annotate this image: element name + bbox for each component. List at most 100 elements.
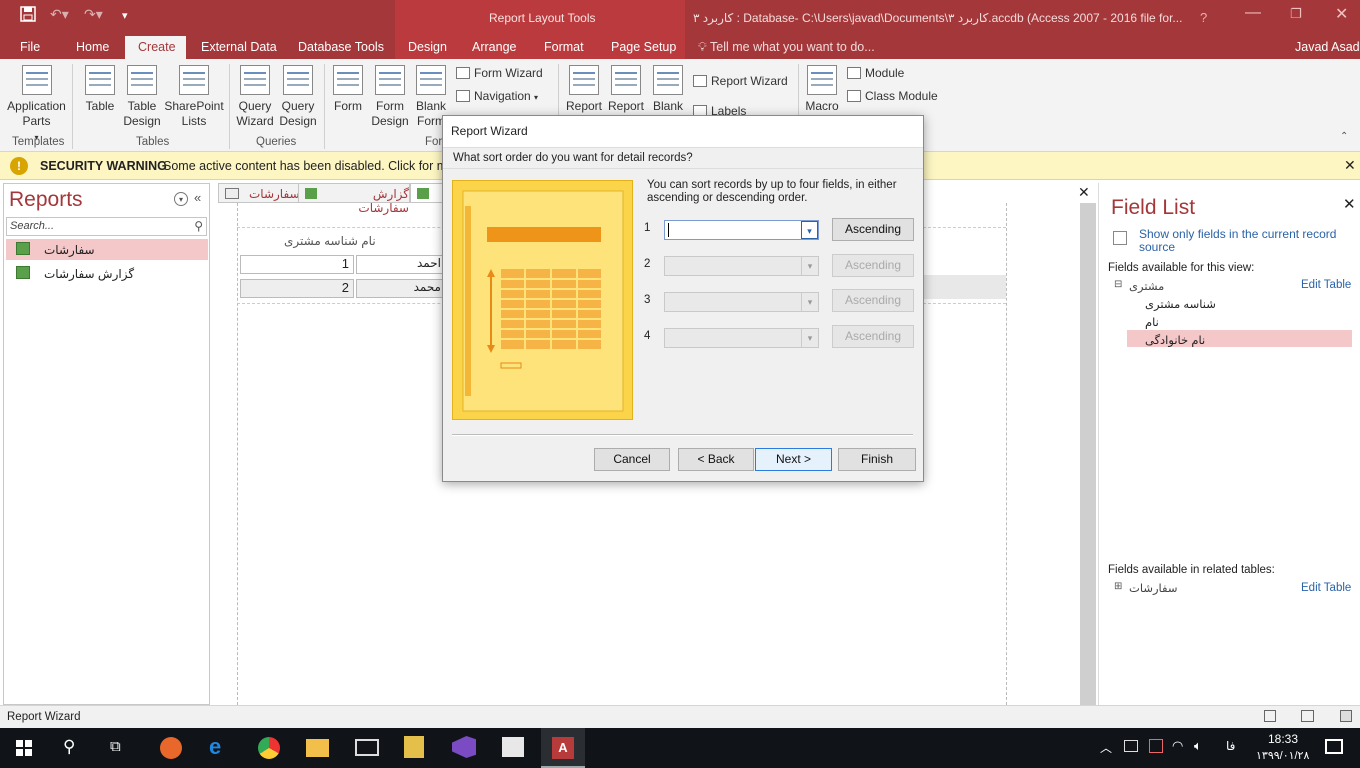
collapse-nav-icon[interactable]: « — [194, 190, 201, 205]
collapse-table-icon[interactable]: ⊟ — [1114, 279, 1122, 290]
form-wizard-button[interactable]: Form Wizard — [456, 66, 543, 80]
access-taskbar-button[interactable]: A — [541, 728, 585, 768]
sort-field-combo[interactable]: ▾ — [664, 292, 819, 312]
undo-icon[interactable]: ↶▾ — [50, 6, 69, 23]
report-design-button[interactable]: Report — [606, 65, 646, 114]
report-button[interactable]: Report — [564, 65, 604, 114]
doc-tab-active[interactable] — [410, 183, 444, 203]
chevron-down-icon[interactable]: ▾ — [801, 329, 818, 347]
database-app-icon[interactable] — [404, 736, 424, 758]
visual-studio-icon[interactable] — [452, 736, 476, 758]
tab-external-data[interactable]: External Data — [201, 40, 277, 54]
tab-file[interactable]: File — [20, 40, 40, 54]
tab-create[interactable]: Create — [138, 40, 176, 54]
nav-search-input[interactable]: Search... ⚲ — [6, 217, 207, 236]
save-icon[interactable] — [20, 6, 36, 25]
tab-format[interactable]: Format — [544, 40, 584, 54]
sharepoint-lists-button[interactable]: SharePoint Lists — [164, 65, 224, 129]
chevron-down-icon[interactable]: ▾ — [801, 257, 818, 275]
class-module-button[interactable]: Class Module — [847, 89, 938, 103]
sort-field-combo[interactable]: ▾ — [664, 220, 819, 240]
macro-button[interactable]: Macro — [803, 65, 841, 114]
network-status-icon[interactable] — [1149, 739, 1163, 753]
finish-button[interactable]: Finish — [838, 448, 916, 471]
nav-item-label[interactable]: سفارشات — [44, 243, 95, 257]
customize-qat-icon[interactable]: ▾ — [122, 9, 128, 22]
report-wizard-ribbon-button[interactable]: Report Wizard — [693, 74, 788, 88]
collapse-ribbon-icon[interactable]: ⌃ — [1340, 131, 1348, 142]
navigation-button[interactable]: Navigation ▾ — [456, 89, 538, 103]
close-field-list-icon[interactable]: ✕ — [1343, 195, 1356, 213]
file-explorer-icon[interactable] — [306, 739, 329, 757]
paint-icon[interactable] — [502, 737, 524, 757]
next-button[interactable]: Next > — [755, 448, 832, 471]
back-button[interactable]: < Back — [678, 448, 754, 471]
report-view-icon[interactable] — [1264, 710, 1276, 722]
sort-order-button[interactable]: Ascending — [832, 218, 914, 241]
sort-order-button[interactable]: Ascending — [832, 325, 914, 348]
tab-database-tools[interactable]: Database Tools — [298, 40, 384, 54]
language-indicator[interactable]: فا — [1226, 739, 1235, 753]
print-preview-icon[interactable] — [1301, 710, 1314, 722]
layout-view-icon[interactable] — [1340, 710, 1352, 722]
sort-field-combo[interactable]: ▾ — [664, 256, 819, 276]
redo-icon[interactable]: ↷▾ — [84, 6, 103, 23]
nav-item-selected[interactable] — [6, 239, 208, 260]
id-cell[interactable]: 2 — [240, 279, 354, 298]
tab-page-setup[interactable]: Page Setup — [611, 40, 676, 54]
nav-menu-icon[interactable]: ▾ — [174, 192, 188, 206]
task-view-icon[interactable]: ⧉ — [110, 738, 121, 755]
tab-design[interactable]: Design — [408, 40, 447, 54]
help-button[interactable]: ? — [1200, 10, 1207, 25]
blank-report-button[interactable]: Blank — [648, 65, 688, 114]
query-wizard-button[interactable]: Query Wizard — [234, 65, 276, 129]
name-cell[interactable]: احمد — [356, 255, 446, 274]
volume-icon[interactable]: 🔈︎ — [1194, 738, 1202, 754]
show-only-link[interactable]: Show only fields in the current record s… — [1139, 228, 1354, 254]
query-design-button[interactable]: Query Design — [277, 65, 319, 129]
notifications-icon[interactable] — [1325, 739, 1343, 754]
table-button[interactable]: Table — [82, 65, 118, 114]
chrome-icon[interactable] — [258, 737, 280, 759]
chevron-down-icon[interactable]: ▾ — [801, 293, 818, 311]
restore-button[interactable]: ❐ — [1290, 6, 1302, 22]
table-design-button[interactable]: Table Design — [122, 65, 162, 129]
nav-item-label[interactable]: گزارش سفارشات — [44, 267, 134, 281]
sort-field-combo[interactable]: ▾ — [664, 328, 819, 348]
doc-tab[interactable]: گزارش سفارشات — [298, 183, 410, 215]
sort-order-button[interactable]: Ascending — [832, 289, 914, 312]
tab-arrange[interactable]: Arrange — [472, 40, 516, 54]
module-button[interactable]: Module — [847, 66, 904, 80]
tell-me-box[interactable]: 💡︎ Tell me what you want to do... — [698, 40, 875, 55]
search-icon[interactable]: ⚲ — [194, 219, 203, 233]
tab-home[interactable]: Home — [76, 40, 109, 54]
form-design-button[interactable]: Form Design — [370, 65, 410, 129]
vertical-scrollbar[interactable] — [1080, 203, 1096, 705]
mail-icon[interactable] — [355, 739, 379, 756]
sort-order-button[interactable]: Ascending — [832, 254, 914, 277]
field-item[interactable]: نام — [1145, 315, 1159, 329]
close-doc-icon[interactable]: ✕ — [1078, 184, 1090, 201]
firefox-icon[interactable] — [160, 737, 182, 759]
name-cell[interactable]: محمد — [356, 279, 446, 298]
edge-icon[interactable]: e — [209, 734, 221, 760]
wifi-icon[interactable]: ◠ — [1172, 738, 1183, 754]
edit-table-link[interactable]: Edit Table — [1301, 279, 1351, 291]
form-button[interactable]: Form — [330, 65, 366, 114]
warning-text[interactable]: Some active content has been disabled. C… — [163, 159, 454, 173]
expand-table-icon[interactable]: ⊞ — [1114, 581, 1122, 592]
clock-date[interactable]: ۱۳۹۹/۰۱/۲۸ — [1256, 749, 1309, 762]
doc-tab[interactable]: سفارشات — [218, 183, 304, 203]
cancel-button[interactable]: Cancel — [594, 448, 670, 471]
close-warning-icon[interactable]: ✕ — [1344, 157, 1356, 174]
id-cell[interactable]: 1 — [240, 255, 354, 274]
battery-icon[interactable] — [1124, 740, 1138, 752]
chevron-down-icon[interactable]: ▾ — [801, 221, 818, 239]
minimize-button[interactable]: — — [1245, 4, 1261, 22]
field-item[interactable]: نام خانوادگی — [1145, 333, 1205, 347]
close-window-button[interactable]: ✕ — [1335, 4, 1348, 24]
field-item[interactable]: شناسه مشتری — [1145, 297, 1216, 311]
clock-time[interactable]: 18:33 — [1268, 732, 1298, 746]
application-parts-button[interactable]: Application Parts ▾ — [4, 65, 69, 145]
edit-table-link[interactable]: Edit Table — [1301, 582, 1351, 594]
